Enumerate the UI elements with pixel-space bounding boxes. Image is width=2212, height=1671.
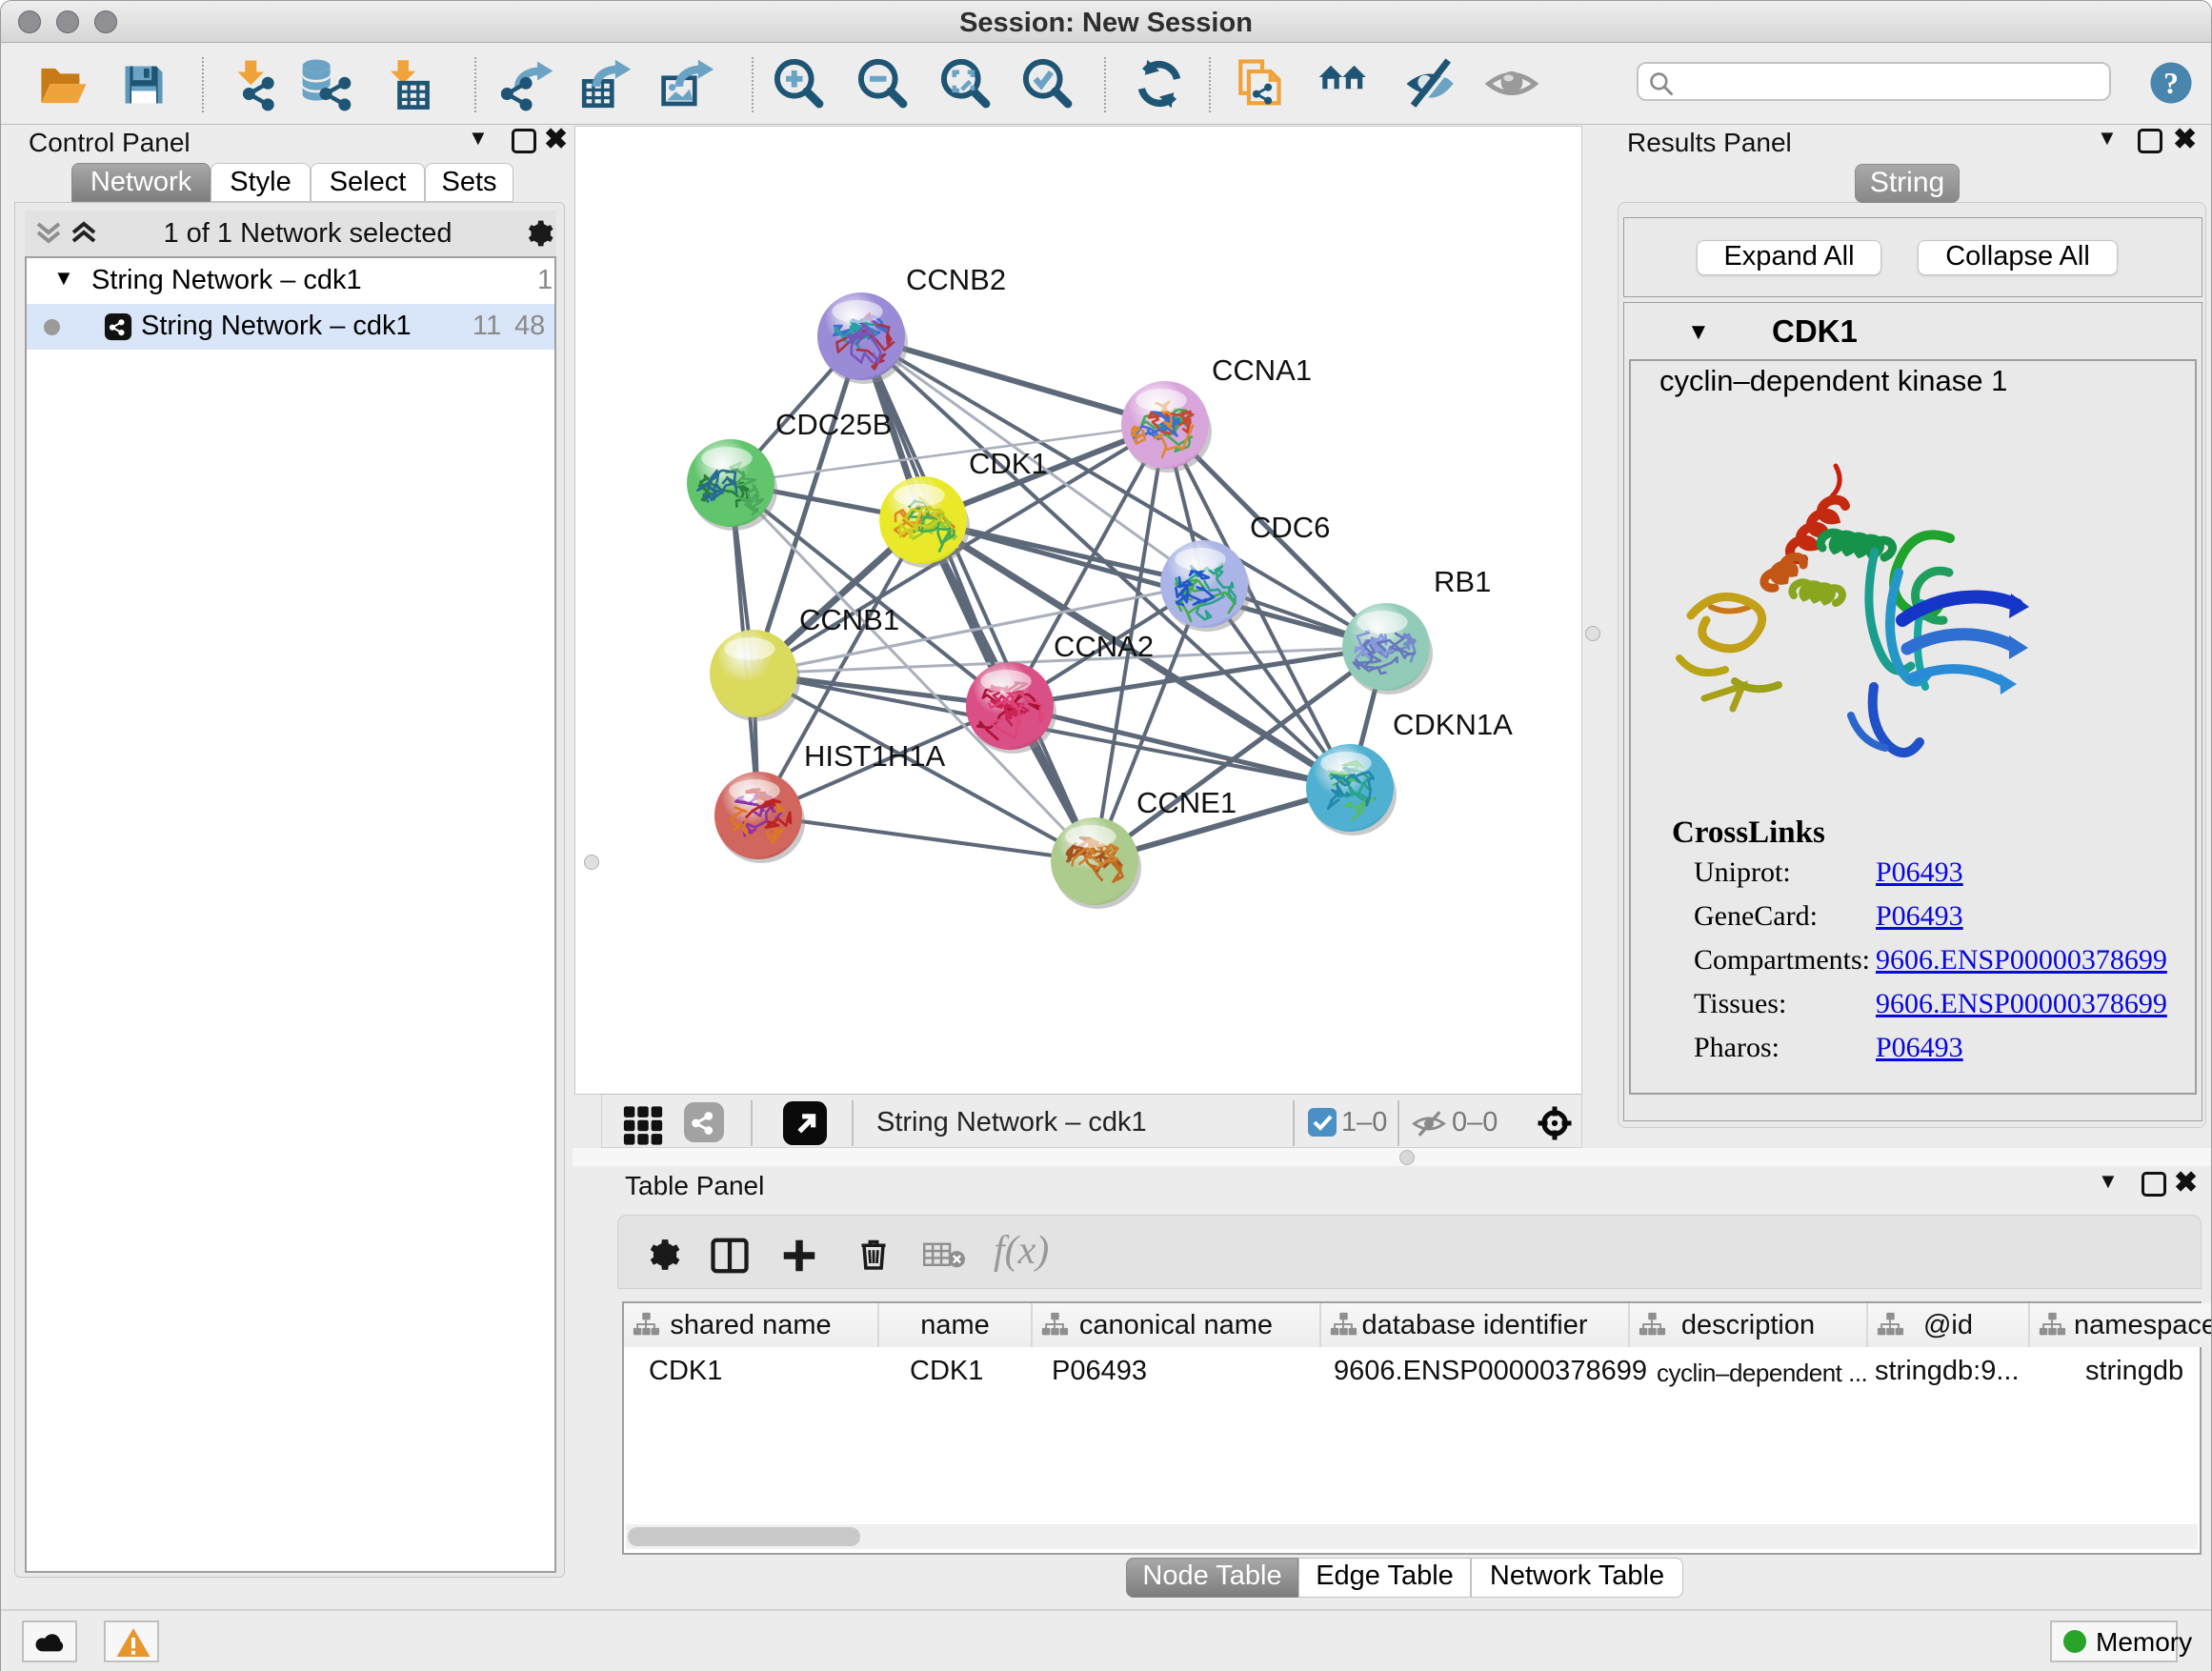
- svg-text:CDK1: CDK1: [969, 447, 1048, 480]
- svg-text:RB1: RB1: [1434, 565, 1491, 598]
- svg-text:CCNB1: CCNB1: [799, 603, 899, 636]
- svg-text:HIST1H1A: HIST1H1A: [804, 739, 945, 773]
- svg-text:CCNA2: CCNA2: [1054, 630, 1154, 663]
- svg-text:CCNE1: CCNE1: [1136, 786, 1237, 819]
- svg-text:CCNA1: CCNA1: [1212, 353, 1312, 387]
- svg-text:CCNB2: CCNB2: [906, 263, 1006, 296]
- svg-text:CDC25B: CDC25B: [775, 408, 892, 441]
- svg-text:CDC6: CDC6: [1250, 511, 1330, 544]
- svg-text:CDKN1A: CDKN1A: [1393, 708, 1513, 741]
- svg-text:?: ?: [2163, 67, 2179, 100]
